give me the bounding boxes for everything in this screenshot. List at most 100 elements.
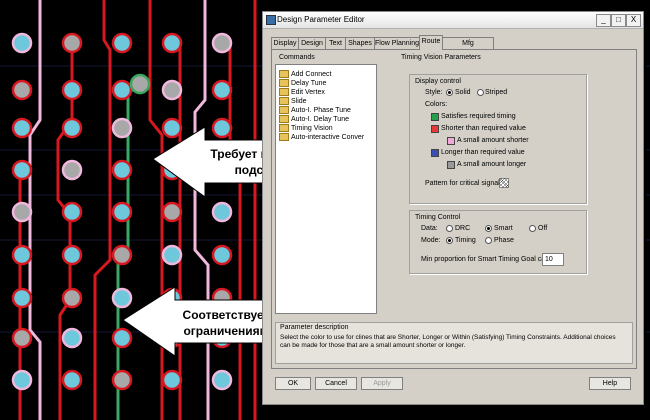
folder-icon — [279, 70, 289, 78]
timing-control-title: Timing Control — [415, 214, 461, 221]
color-small-shorter-label: A small amount shorter — [457, 137, 529, 144]
cancel-button[interactable]: Cancel — [315, 377, 357, 390]
style-striped-label: Striped — [485, 89, 508, 96]
style-striped-radio[interactable] — [477, 89, 484, 96]
app-icon — [266, 15, 276, 25]
close-button[interactable]: X — [626, 14, 641, 27]
data-off-radio[interactable] — [529, 225, 536, 232]
data-smart-radio[interactable] — [485, 225, 492, 232]
mode-phase-label: Phase — [494, 237, 514, 244]
color-shorter-swatch[interactable] — [431, 125, 439, 133]
pcb-trace — [148, 0, 164, 420]
tree-item-auto-interactive-convert[interactable]: Auto-interactive Conver — [279, 133, 364, 142]
pcb-pad — [211, 201, 233, 223]
folder-icon — [279, 115, 289, 123]
color-small-longer-swatch[interactable] — [447, 161, 455, 169]
color-small-longer-label: A small amount longer — [457, 161, 527, 168]
tab-flow-planning[interactable]: Flow Planning — [374, 37, 420, 49]
folder-icon — [279, 97, 289, 105]
pcb-pad — [211, 244, 233, 266]
pcb-pad — [111, 201, 133, 223]
pcb-pad — [11, 201, 33, 223]
commands-label: Commands — [279, 54, 315, 61]
pcb-pad — [111, 287, 133, 309]
pcb-pad — [211, 32, 233, 54]
data-off-label: Off — [538, 225, 548, 232]
folder-icon — [279, 133, 289, 141]
pcb-pad — [111, 369, 133, 391]
pcb-pad — [11, 287, 33, 309]
style-solid-radio[interactable] — [446, 89, 453, 96]
pattern-hatch-icon[interactable] — [499, 178, 509, 188]
pcb-pad — [111, 327, 133, 349]
pcb-trace — [228, 43, 242, 420]
dialog-titlebar[interactable]: Design Parameter Editor _ □ X — [263, 12, 643, 29]
pcb-pad — [111, 244, 133, 266]
data-drc-radio[interactable] — [446, 225, 453, 232]
tab-shapes[interactable]: Shapes — [345, 37, 375, 49]
tab-route[interactable]: Route — [419, 35, 443, 50]
pcb-pad — [161, 201, 183, 223]
pcb-pad — [61, 369, 83, 391]
tree-item-auto-phase-tune[interactable]: Auto-I. Phase Tune — [279, 106, 351, 115]
ok-button[interactable]: OK — [275, 377, 311, 390]
pcb-pad — [61, 117, 83, 139]
style-solid-label: Solid — [455, 89, 471, 96]
commands-tree[interactable]: Add Connect Delay Tune Edit Vertex Slide… — [275, 64, 377, 314]
tab-design[interactable]: Design — [298, 37, 326, 49]
pcb-trace — [93, 0, 112, 420]
help-button[interactable]: Help — [589, 377, 631, 390]
tree-item-delay-tune[interactable]: Delay Tune — [279, 79, 326, 88]
pcb-pad — [61, 244, 83, 266]
min-proportion-input[interactable] — [542, 253, 564, 266]
tab-display[interactable]: Display — [271, 37, 299, 49]
mode-label: Mode: — [421, 237, 441, 244]
pcb-pad — [11, 79, 33, 101]
color-longer-swatch[interactable] — [431, 149, 439, 157]
colors-label: Colors: — [425, 101, 448, 108]
data-smart-label: Smart — [494, 225, 513, 232]
pcb-pad — [11, 244, 33, 266]
color-satisfies-label: Satisfies required timing — [441, 113, 516, 120]
tree-item-add-connect[interactable]: Add Connect — [279, 70, 331, 79]
pcb-trace — [56, 43, 74, 420]
tree-item-timing-vision[interactable]: Timing Vision — [279, 124, 333, 133]
mode-phase-radio[interactable] — [485, 237, 492, 244]
pcb-pad — [161, 79, 183, 101]
data-label: Data: — [421, 225, 438, 232]
pcb-pad — [11, 159, 33, 181]
pcb-pad — [161, 287, 183, 309]
tree-item-auto-delay-tune[interactable]: Auto-I. Delay Tune — [279, 115, 349, 124]
pcb-pad — [11, 327, 33, 349]
timing-vision-title: Timing Vision Parameters — [401, 54, 481, 61]
tab-text[interactable]: Text — [325, 37, 346, 49]
pcb-pad — [129, 73, 151, 95]
pcb-pad — [61, 79, 83, 101]
mode-timing-radio[interactable] — [446, 237, 453, 244]
pcb-pad — [11, 369, 33, 391]
folder-icon — [279, 79, 289, 87]
pcb-pad — [161, 32, 183, 54]
pcb-pad — [111, 79, 133, 101]
folder-icon — [279, 106, 289, 114]
tree-item-slide[interactable]: Slide — [279, 97, 307, 106]
display-control-title: Display control — [415, 78, 461, 85]
pattern-label: Pattern for critical signals: — [425, 180, 506, 187]
style-label: Style: — [425, 89, 443, 96]
pcb-pad — [61, 201, 83, 223]
design-parameter-editor-dialog: Design Parameter Editor _ □ X Display De… — [262, 11, 644, 405]
apply-button[interactable]: Apply — [361, 377, 403, 390]
parameter-description-title: Parameter description — [280, 324, 349, 331]
pcb-trace — [193, 0, 210, 420]
minimize-button[interactable]: _ — [596, 14, 611, 27]
color-shorter-label: Shorter than required value — [441, 125, 526, 132]
pcb-pad — [11, 117, 33, 139]
tree-item-edit-vertex[interactable]: Edit Vertex — [279, 88, 325, 97]
color-small-shorter-swatch[interactable] — [447, 137, 455, 145]
maximize-button[interactable]: □ — [611, 14, 626, 27]
color-satisfies-swatch[interactable] — [431, 113, 439, 121]
pcb-pad — [211, 79, 233, 101]
tab-mfg-applications[interactable]: Mfg Applications — [442, 37, 494, 58]
min-proportion-label: Min proportion for Smart Timing Goal cal… — [421, 256, 553, 263]
pcb-pad — [161, 369, 183, 391]
